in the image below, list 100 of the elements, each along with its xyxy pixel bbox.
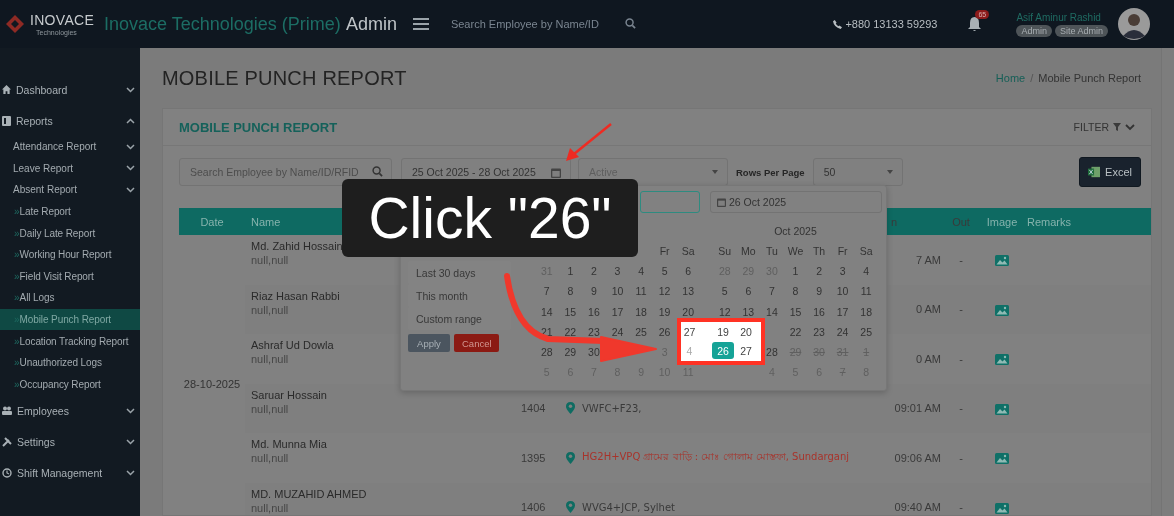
calendar-day[interactable]: 19 <box>658 305 671 318</box>
filter-toggle[interactable]: FILTER <box>1073 121 1135 133</box>
calendar-day[interactable]: 9 <box>816 285 822 298</box>
image-icon[interactable] <box>995 255 1009 267</box>
calendar-day[interactable]: 12 <box>718 305 731 318</box>
calendar-day[interactable]: 27 <box>734 341 758 360</box>
sidebar-link[interactable]: »Field Visit Report <box>0 265 140 288</box>
menu-icon[interactable] <box>412 18 429 30</box>
calendar-day[interactable]: 17 <box>836 305 849 318</box>
map-pin-icon <box>566 451 575 464</box>
calendar-day[interactable]: 29 <box>564 346 577 359</box>
calendar-day[interactable]: 20 <box>734 322 758 341</box>
calendar-day[interactable]: 25 <box>860 325 873 338</box>
sidebar-item[interactable]: Reports <box>0 105 140 136</box>
rows-per-page-select[interactable]: 50 <box>812 158 903 186</box>
calendar-day[interactable]: 3 <box>614 265 621 278</box>
calendar-day[interactable]: 26 <box>658 325 671 338</box>
sidebar-link[interactable]: »Daily Late Report <box>0 222 140 244</box>
search-icon[interactable] <box>372 166 383 177</box>
calendar-day[interactable]: 28 <box>766 346 778 359</box>
sidebar-item[interactable]: Employees <box>0 395 140 427</box>
calendar-day[interactable]: 6 <box>745 285 752 298</box>
instruction-tooltip: Click "26" <box>342 179 638 257</box>
calendar-day[interactable]: 13 <box>682 285 695 298</box>
calendar-day[interactable]: 8 <box>567 285 574 298</box>
sidebar-link[interactable]: »Late Report <box>0 200 140 223</box>
calendar-day[interactable]: 4 <box>681 341 698 360</box>
calendar-day[interactable]: 22 <box>564 325 577 338</box>
calendar-day[interactable]: 26 <box>712 342 734 359</box>
calendar-day[interactable]: 10 <box>611 285 624 298</box>
sidebar-link[interactable]: »Location Tracking Report <box>0 330 140 352</box>
search-icon[interactable] <box>624 18 636 29</box>
calendar-day[interactable]: 8 <box>792 285 799 298</box>
calendar-day[interactable]: 28 <box>540 346 553 359</box>
calendar-day[interactable]: 14 <box>766 305 778 318</box>
sidebar-link[interactable]: »Working Hour Report <box>0 243 140 266</box>
image-icon[interactable] <box>995 354 1009 366</box>
calendar-day[interactable]: 24 <box>836 325 849 338</box>
image-icon[interactable] <box>995 453 1009 465</box>
search-field[interactable]: Search Employee by Name/ID <box>450 13 636 35</box>
calendar-day[interactable]: 30 <box>588 346 600 359</box>
calendar-day[interactable]: 5 <box>721 285 728 298</box>
sidebar-item[interactable]: Dashboard <box>0 74 140 105</box>
calendar-day[interactable]: 15 <box>564 305 577 318</box>
bell-icon[interactable] <box>967 16 983 32</box>
calendar-day[interactable]: 14 <box>540 305 553 318</box>
calendar-day[interactable]: 2 <box>816 265 822 278</box>
calendar-day[interactable]: 11 <box>860 285 872 298</box>
calendar-day[interactable]: 27 <box>681 322 698 341</box>
cancel-button[interactable]: Cancel <box>454 334 499 352</box>
employee-name: Saruar Hossain <box>251 388 327 401</box>
calendar-day[interactable]: 13 <box>742 305 755 318</box>
calendar-day[interactable]: 22 <box>789 325 802 338</box>
image-icon[interactable] <box>995 403 1009 415</box>
calendar-day[interactable]: 7 <box>769 285 775 298</box>
home-icon <box>2 85 11 94</box>
end-date-field[interactable]: 26 Oct 2025 <box>710 191 882 213</box>
employee-detail: null,null <box>251 353 289 365</box>
calendar-day[interactable]: 24 <box>611 325 624 338</box>
calendar-day[interactable]: 16 <box>813 305 825 318</box>
start-date-field[interactable] <box>640 191 700 213</box>
calendar-day[interactable]: 18 <box>860 305 873 318</box>
breadcrumb-item[interactable]: Home <box>995 72 1026 84</box>
sidebar-item[interactable]: Leave Report <box>0 157 140 180</box>
calendar-day[interactable]: 2 <box>591 265 597 278</box>
calendar-day[interactable]: 7 <box>543 285 550 298</box>
calendar-day[interactable]: 18 <box>635 305 647 318</box>
calendar-day[interactable]: 17 <box>611 305 624 318</box>
calendar-day[interactable]: 9 <box>591 285 597 298</box>
calendar-day[interactable]: 1 <box>567 265 574 278</box>
sidebar-item[interactable]: Settings <box>0 426 140 458</box>
calendar-day[interactable]: 11 <box>635 285 647 298</box>
apply-button[interactable]: Apply <box>408 334 450 352</box>
sidebar-item[interactable]: Shift Management <box>0 457 140 489</box>
calendar-day[interactable]: 19 <box>712 322 734 341</box>
calendar-day[interactable]: 25 <box>635 325 647 338</box>
sidebar-item[interactable]: Absent Report <box>0 179 140 201</box>
sidebar-link[interactable]: »Occupancy Report <box>0 373 140 396</box>
calendar-day[interactable]: 3 <box>839 265 846 278</box>
calendar-day[interactable]: 5 <box>661 265 668 278</box>
calendar-day[interactable]: 23 <box>588 325 600 338</box>
sidebar-item[interactable]: Attendance Report <box>0 136 140 158</box>
calendar-day[interactable]: 4 <box>638 265 644 278</box>
calendar-day[interactable]: 4 <box>863 265 870 278</box>
sidebar-link[interactable]: »Unauthorized Logs <box>0 351 140 374</box>
calendar-day[interactable]: 23 <box>813 325 825 338</box>
employee-detail: null,null <box>251 501 289 514</box>
calendar-day[interactable]: 12 <box>658 285 671 298</box>
image-icon[interactable] <box>995 502 1009 514</box>
calendar-day[interactable]: 10 <box>836 285 849 298</box>
image-icon[interactable] <box>995 304 1009 316</box>
calendar-day[interactable]: 15 <box>789 305 802 318</box>
sidebar-link[interactable]: »Mobile Punch Report <box>0 308 140 331</box>
avatar[interactable] <box>1118 8 1150 40</box>
excel-button[interactable]: Excel <box>1079 157 1141 187</box>
calendar-day[interactable]: 20 <box>682 305 695 318</box>
sidebar-link[interactable]: »All Logs <box>0 287 140 309</box>
calendar-day[interactable]: 1 <box>792 265 799 278</box>
calendar-day[interactable]: 6 <box>685 265 692 278</box>
calendar-day[interactable]: 16 <box>588 305 600 318</box>
